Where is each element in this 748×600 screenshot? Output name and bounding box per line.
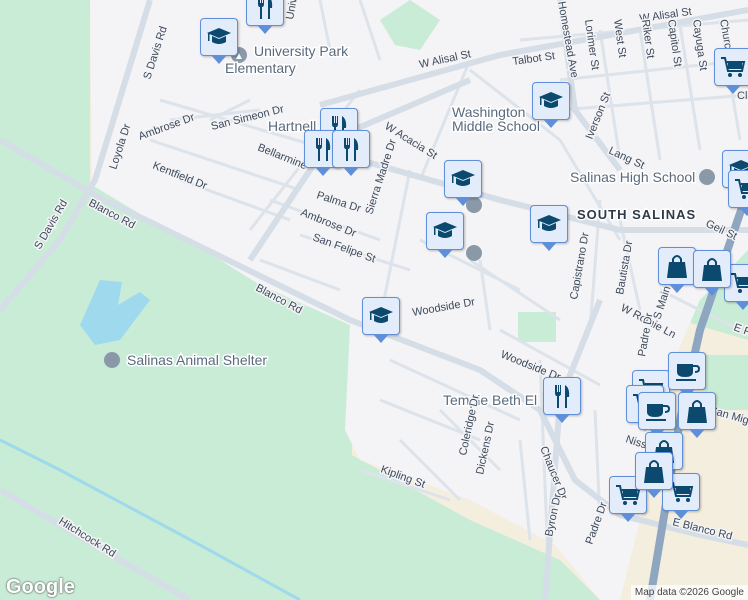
school-marker[interactable] <box>426 212 464 258</box>
restaurant-marker[interactable] <box>332 130 370 176</box>
school-icon <box>205 23 233 51</box>
place-label[interactable]: Salinas Animal Shelter <box>126 351 269 370</box>
shopping-icon <box>640 457 668 485</box>
shopping-icon <box>663 252 691 280</box>
restaurant-icon <box>548 382 576 410</box>
place-label[interactable]: University Park <box>253 42 351 61</box>
grocery-icon <box>733 175 748 203</box>
school-icon <box>367 302 395 330</box>
poi-school-icon <box>699 169 715 185</box>
school-icon <box>449 165 477 193</box>
coffee-marker[interactable] <box>638 392 676 438</box>
restaurant-marker[interactable] <box>246 0 284 34</box>
restaurant-icon <box>251 0 279 21</box>
grocery-marker[interactable] <box>728 170 748 216</box>
school-marker[interactable] <box>444 160 482 206</box>
coffee-marker[interactable] <box>668 352 706 398</box>
shopping-icon <box>698 255 726 283</box>
restaurant-icon <box>337 135 365 163</box>
restaurant-marker[interactable] <box>543 377 581 423</box>
grocery-icon <box>729 269 748 297</box>
shopping-icon <box>683 397 711 425</box>
place-label[interactable]: Elementary <box>224 59 298 78</box>
school-marker[interactable] <box>200 18 238 64</box>
shopping-marker[interactable] <box>693 250 731 296</box>
school-marker[interactable] <box>362 297 400 343</box>
shopping-marker[interactable] <box>658 247 696 293</box>
school-marker[interactable] <box>530 205 568 251</box>
poi-school-icon <box>466 245 482 261</box>
coffee-icon <box>643 397 671 425</box>
place-label[interactable]: Middle School <box>451 117 542 136</box>
map-attribution[interactable]: Map data ©2026 Google <box>630 585 748 600</box>
park-area <box>518 312 556 342</box>
grocery-marker[interactable] <box>714 48 748 94</box>
shopping-marker[interactable] <box>678 392 716 438</box>
coffee-icon <box>673 357 701 385</box>
shopping-marker[interactable] <box>635 452 673 498</box>
school-marker[interactable] <box>532 82 570 128</box>
place-label[interactable]: Temple Beth El <box>442 391 539 410</box>
place-label[interactable]: Salinas High School <box>569 168 697 187</box>
neighborhood-label: SOUTH SALINAS <box>577 207 696 222</box>
school-icon <box>537 87 565 115</box>
grocery-icon <box>719 53 747 81</box>
school-icon <box>431 217 459 245</box>
google-logo[interactable]: Google <box>6 576 75 599</box>
poi-shelter-icon <box>104 352 120 368</box>
school-icon <box>535 210 563 238</box>
